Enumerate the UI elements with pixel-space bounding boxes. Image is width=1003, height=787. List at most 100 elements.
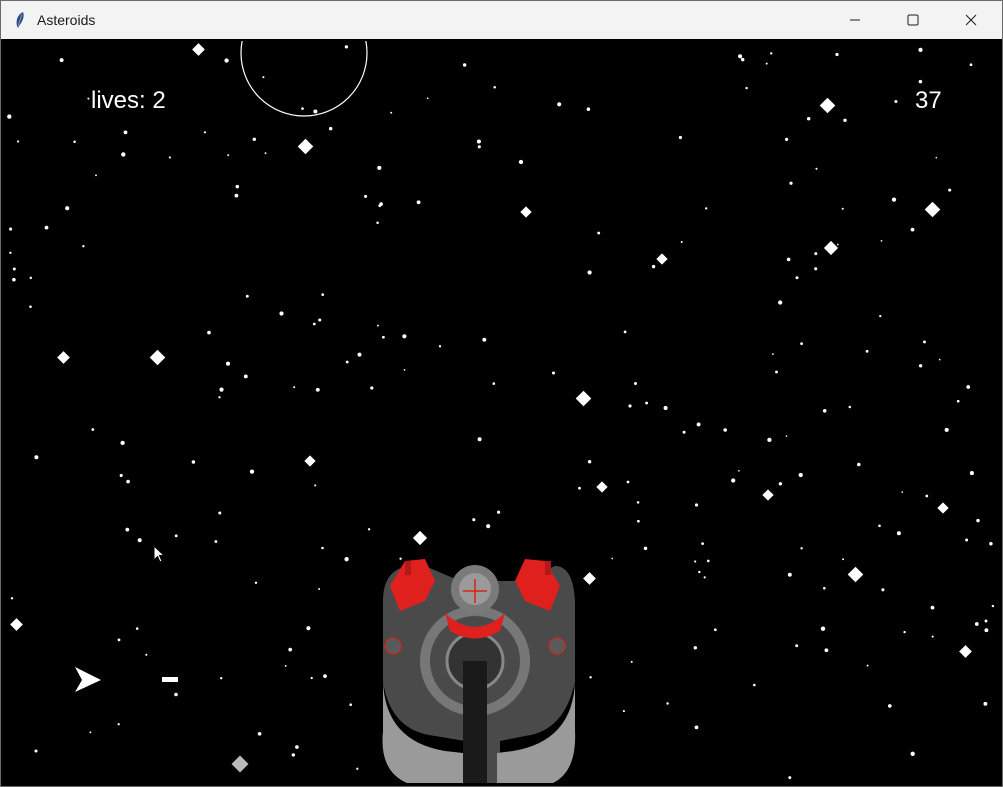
star — [349, 703, 353, 706]
star — [965, 538, 969, 542]
star — [622, 710, 625, 713]
star — [696, 422, 701, 427]
star — [637, 519, 640, 523]
star — [611, 557, 614, 560]
star — [682, 430, 686, 434]
window-title: Asteroids — [37, 12, 96, 28]
star — [891, 197, 897, 202]
star — [412, 530, 428, 546]
star — [234, 193, 239, 198]
star — [910, 227, 915, 232]
star — [881, 588, 885, 592]
star — [376, 221, 379, 224]
star — [896, 531, 901, 536]
star — [785, 137, 789, 141]
star — [168, 156, 171, 159]
star — [626, 480, 630, 484]
star — [482, 337, 487, 342]
star — [10, 597, 14, 600]
star — [795, 276, 799, 280]
star — [137, 538, 142, 543]
star — [924, 201, 941, 218]
star — [800, 342, 803, 345]
player-ship — [75, 667, 101, 692]
star — [220, 677, 223, 680]
star — [390, 111, 393, 114]
star — [493, 86, 496, 89]
star — [192, 43, 205, 56]
star — [29, 276, 33, 280]
lives-counter: lives: 2 — [91, 87, 166, 114]
star — [762, 489, 774, 501]
star — [694, 725, 699, 730]
star — [701, 542, 704, 545]
star — [910, 751, 915, 756]
maximize-icon — [907, 14, 919, 26]
star — [944, 427, 949, 432]
star — [364, 194, 368, 198]
star — [767, 437, 772, 443]
star — [707, 559, 710, 563]
star — [207, 330, 211, 335]
star — [969, 63, 973, 67]
maximize-button[interactable] — [884, 1, 942, 39]
star — [95, 174, 97, 177]
close-button[interactable] — [942, 1, 1000, 39]
star — [798, 472, 803, 478]
star — [304, 455, 316, 467]
star — [476, 139, 481, 144]
star — [634, 382, 637, 385]
star — [382, 335, 385, 339]
star — [878, 524, 881, 528]
star — [636, 501, 640, 504]
star — [974, 622, 979, 626]
star — [931, 635, 934, 638]
star — [125, 527, 130, 532]
minimize-button[interactable] — [826, 1, 884, 39]
star — [231, 755, 249, 773]
enemy-mothership — [382, 559, 576, 783]
star — [492, 382, 496, 385]
star — [656, 253, 668, 265]
star — [279, 311, 284, 316]
star — [628, 404, 632, 408]
star — [643, 546, 648, 551]
game-canvas[interactable]: lives: 2 37 — [5, 41, 998, 783]
star — [879, 314, 882, 318]
star — [918, 79, 923, 84]
star — [312, 322, 316, 326]
star — [731, 478, 736, 483]
star — [218, 396, 221, 399]
star — [880, 240, 883, 242]
star — [477, 437, 482, 442]
star — [264, 152, 267, 155]
star — [254, 581, 258, 585]
star — [344, 557, 349, 562]
star — [345, 360, 349, 364]
star — [117, 723, 120, 726]
star — [416, 200, 421, 205]
minimize-icon — [850, 19, 860, 21]
star — [370, 386, 374, 390]
star — [785, 435, 788, 437]
star — [795, 644, 799, 648]
star — [44, 225, 49, 230]
star — [694, 503, 699, 507]
star — [9, 251, 12, 254]
star — [378, 204, 382, 208]
star — [800, 547, 803, 550]
bullet — [162, 677, 178, 682]
star — [713, 628, 717, 632]
title-bar[interactable]: Asteroids — [1, 1, 1002, 39]
star — [73, 140, 76, 144]
star — [57, 351, 70, 364]
star — [301, 107, 304, 110]
star — [778, 300, 783, 305]
star — [587, 459, 592, 464]
star — [937, 502, 949, 514]
star — [948, 188, 952, 192]
star — [841, 207, 844, 210]
star — [89, 731, 92, 734]
star — [356, 767, 359, 770]
star — [243, 374, 248, 379]
